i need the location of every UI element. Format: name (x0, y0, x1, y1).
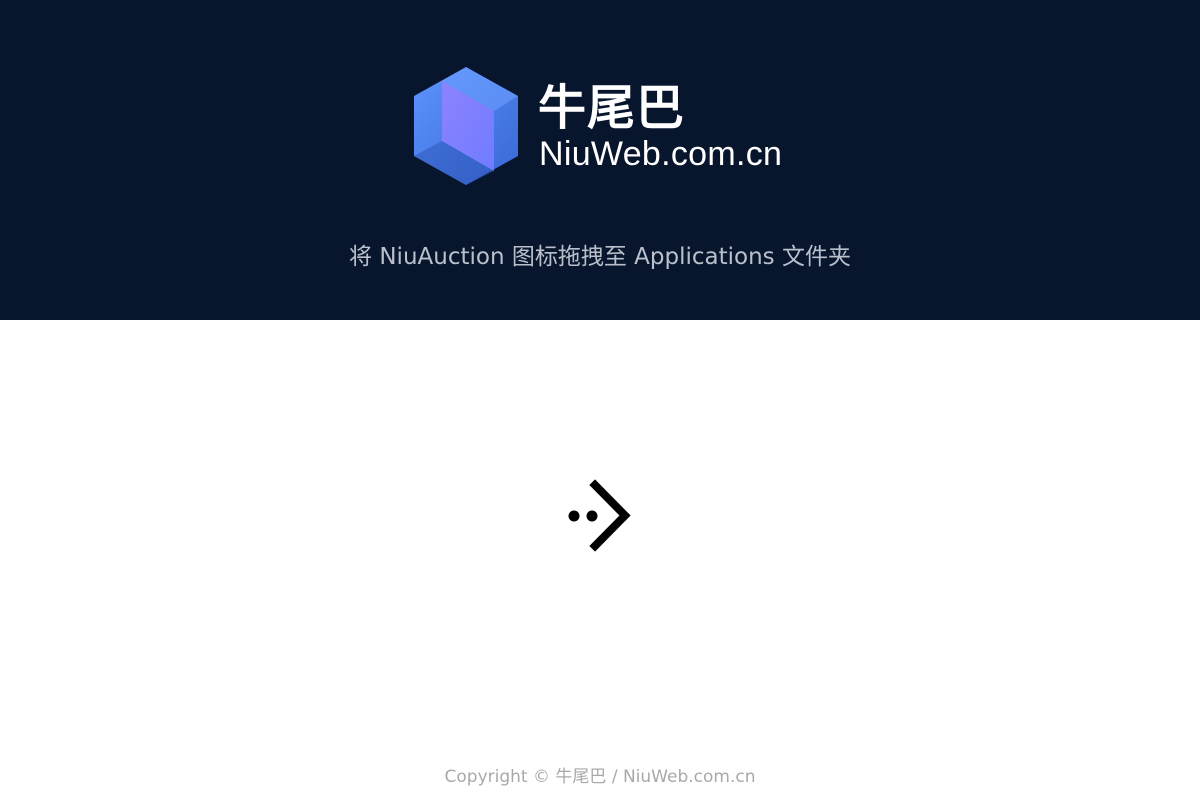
drag-to-applications-arrow[interactable] (566, 478, 636, 554)
installer-window: 牛尾巴 NiuWeb.com.cn 将 NiuAuction 图标拖拽至 App… (0, 0, 1200, 800)
arrow-right-icon (568, 479, 631, 552)
footer-copyright: Copyright © 牛尾巴 / NiuWeb.com.cn (0, 765, 1200, 789)
install-instruction: 将 NiuAuction 图标拖拽至 Applications 文件夹 (349, 244, 851, 270)
brand-name: 牛尾巴 (538, 80, 686, 136)
hexagon-logo-icon (414, 67, 518, 185)
footer-brand-name: 牛尾巴 (555, 767, 607, 787)
logo (410, 63, 522, 189)
footer-separator: / (611, 767, 618, 787)
copyright-label: Copyright © (444, 767, 550, 787)
brand-domain: NiuWeb.com.cn (539, 135, 783, 173)
footer-domain-link[interactable]: NiuWeb.com.cn (623, 765, 756, 789)
header-banner: 牛尾巴 NiuWeb.com.cn 将 NiuAuction 图标拖拽至 App… (0, 0, 1200, 320)
